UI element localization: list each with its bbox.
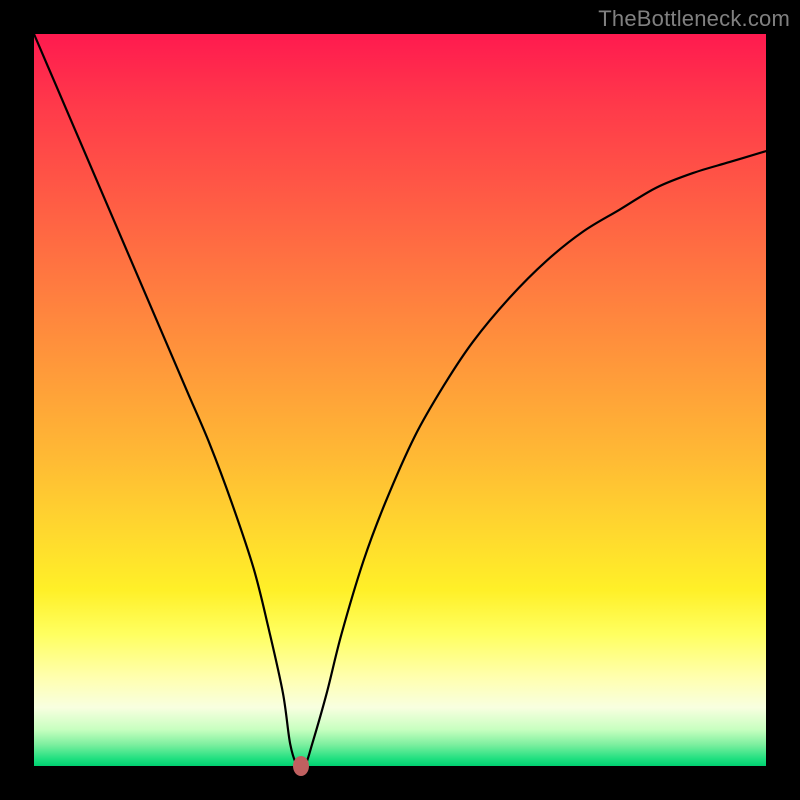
plot-area [34, 34, 766, 766]
optimum-marker [293, 756, 309, 776]
bottleneck-curve [34, 34, 766, 766]
chart-frame: TheBottleneck.com [0, 0, 800, 800]
attribution-text: TheBottleneck.com [598, 6, 790, 32]
